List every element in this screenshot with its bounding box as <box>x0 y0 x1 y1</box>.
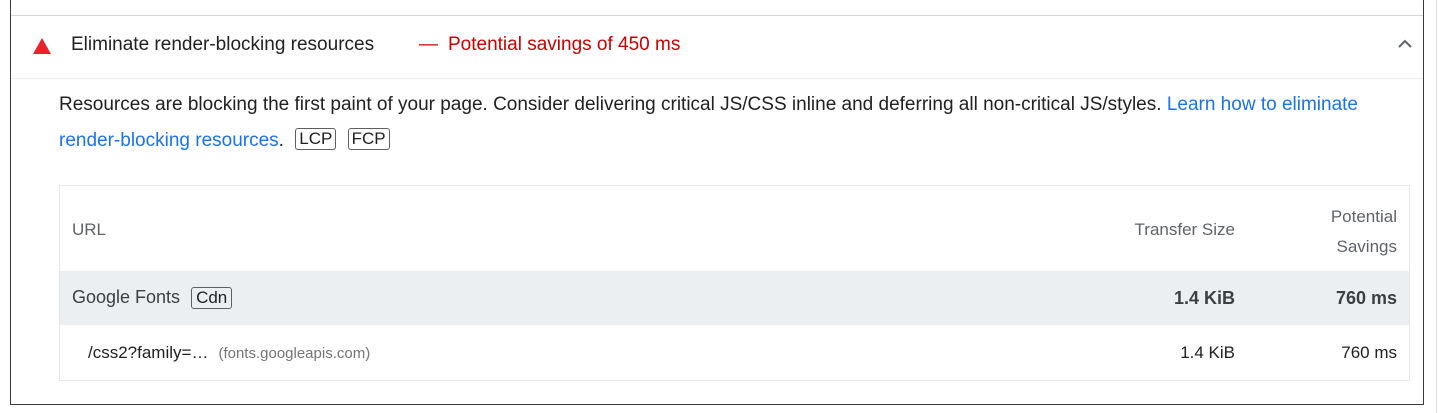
right-divider <box>1436 0 1437 413</box>
savings-header-line1: Potential <box>1330 207 1397 226</box>
chevron-up-icon[interactable] <box>1397 38 1413 50</box>
resource-savings: 760 ms <box>1341 343 1397 362</box>
group-entity: Google Fonts Cdn <box>72 287 233 309</box>
resource-host: (fonts.googleapis.com) <box>218 345 371 362</box>
description-text: Resources are blocking the first paint o… <box>59 94 1162 115</box>
column-header-potential-savings: Potential Savings <box>1331 202 1397 262</box>
audit-title: Eliminate render-blocking resources <box>71 34 375 55</box>
savings-header-line2: Savings <box>1336 237 1397 256</box>
cdn-badge: Cdn <box>191 287 233 309</box>
triangle-warning-icon <box>33 38 51 54</box>
resource-url[interactable]: /css2?family=… (fonts.googleapis.com) <box>88 343 370 363</box>
audit-description: Resources are blocking the first paint o… <box>59 87 1419 159</box>
audit-savings-dash: — <box>419 34 438 55</box>
column-header-url: URL <box>72 220 107 239</box>
group-savings: 760 ms <box>1335 288 1397 308</box>
resource-transfer-size: 1.4 KiB <box>1180 343 1235 362</box>
audit-savings: Potential savings of 450 ms <box>448 34 681 55</box>
audit-panel: Eliminate render-blocking resources — Po… <box>10 0 1424 405</box>
metric-badge-fcp: FCP <box>347 128 390 150</box>
metric-badge-lcp: LCP <box>295 128 337 150</box>
table-row: /css2?family=… (fonts.googleapis.com) 1.4… <box>60 325 1409 380</box>
description-period: . <box>278 130 284 151</box>
group-transfer-size: 1.4 KiB <box>1173 288 1235 308</box>
group-name: Google Fonts <box>72 287 181 307</box>
table-group-row: Google Fonts Cdn 1.4 KiB 760 ms <box>60 271 1409 325</box>
resources-table: URL Transfer Size Potential Savings Goog… <box>59 185 1410 381</box>
column-header-transfer-size: Transfer Size <box>1134 220 1235 239</box>
audit-header[interactable]: Eliminate render-blocking resources — Po… <box>11 16 1423 79</box>
resource-path[interactable]: /css2?family=… <box>88 343 208 362</box>
